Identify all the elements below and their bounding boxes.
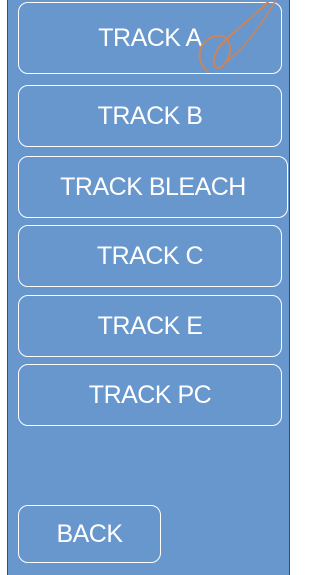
track-bleach-button[interactable]: TRACK BLEACH xyxy=(18,156,288,218)
track-menu-panel: TRACK A TRACK B TRACK BLEACH TRACK C TRA… xyxy=(7,0,290,575)
back-button[interactable]: BACK xyxy=(18,505,161,563)
track-bleach-label: TRACK BLEACH xyxy=(60,172,246,201)
track-b-button[interactable]: TRACK B xyxy=(18,85,282,147)
track-a-button[interactable]: TRACK A xyxy=(18,2,282,74)
track-e-button[interactable]: TRACK E xyxy=(18,295,282,357)
track-pc-button[interactable]: TRACK PC xyxy=(18,364,282,426)
back-label: BACK xyxy=(56,519,123,548)
track-a-label: TRACK A xyxy=(98,23,202,52)
track-e-label: TRACK E xyxy=(97,311,203,340)
track-c-label: TRACK C xyxy=(96,241,204,270)
track-pc-label: TRACK PC xyxy=(88,380,212,409)
track-b-label: TRACK B xyxy=(97,101,203,130)
track-c-button[interactable]: TRACK C xyxy=(18,225,282,287)
